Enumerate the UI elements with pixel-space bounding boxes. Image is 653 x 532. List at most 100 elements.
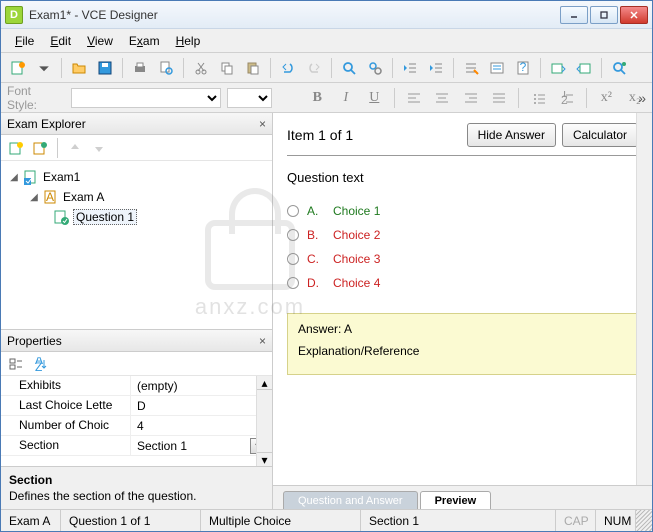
property-row[interactable]: Number of Choic4 <box>1 416 272 436</box>
close-button[interactable] <box>620 6 648 24</box>
tree-collapse-icon[interactable]: ◢ <box>29 192 39 203</box>
new-exam-icon[interactable] <box>7 57 29 79</box>
bullet-list-icon[interactable] <box>527 87 549 109</box>
choice-letter: A. <box>307 204 325 218</box>
tab-strip: Question and Answer Preview <box>273 485 652 509</box>
maximize-button[interactable] <box>590 6 618 24</box>
calculator-button[interactable]: Calculator <box>562 123 638 147</box>
properties-close-icon[interactable]: × <box>259 334 266 348</box>
property-value[interactable]: (empty) <box>131 376 272 395</box>
number-list-icon[interactable]: 12 <box>556 87 578 109</box>
property-desc-body: Defines the section of the question. <box>9 489 264 503</box>
tree-question[interactable]: Question 1 <box>5 207 268 227</box>
menu-edit[interactable]: Edit <box>44 32 77 50</box>
align-right-icon[interactable] <box>459 87 481 109</box>
property-value[interactable]: Section 1▼ <box>131 436 272 455</box>
align-center-icon[interactable] <box>431 87 453 109</box>
choice-row[interactable]: C.Choice 3 <box>287 247 638 271</box>
svg-text:Z: Z <box>35 360 42 371</box>
status-cap: CAP <box>556 510 596 531</box>
toolbar-overflow-icon[interactable]: » <box>638 90 646 106</box>
alphabetical-icon[interactable]: AZ <box>31 355 49 373</box>
undo-icon[interactable] <box>277 57 299 79</box>
menu-view[interactable]: View <box>81 32 119 50</box>
tab-question-answer[interactable]: Question and Answer <box>283 491 418 509</box>
menu-file[interactable]: File <box>9 32 40 50</box>
choice-row[interactable]: B.Choice 2 <box>287 223 638 247</box>
radio-icon[interactable] <box>287 229 299 241</box>
preview-scrollbar[interactable] <box>636 113 652 485</box>
outdent-icon[interactable] <box>399 57 421 79</box>
indent-icon[interactable] <box>425 57 447 79</box>
resize-grip[interactable] <box>636 510 652 531</box>
align-left-icon[interactable] <box>402 87 424 109</box>
hide-answer-button[interactable]: Hide Answer <box>467 123 556 147</box>
radio-icon[interactable] <box>287 253 299 265</box>
main-toolbar: ? <box>1 53 652 83</box>
svg-text:A: A <box>46 190 54 204</box>
find-icon[interactable] <box>338 57 360 79</box>
font-family-select[interactable] <box>71 88 221 108</box>
redo-icon[interactable] <box>303 57 325 79</box>
cut-icon[interactable] <box>190 57 212 79</box>
property-row[interactable]: Exhibits(empty) <box>1 376 272 396</box>
paste-icon[interactable] <box>242 57 264 79</box>
separator <box>61 58 62 78</box>
menu-help[interactable]: Help <box>170 32 207 50</box>
print-icon[interactable] <box>129 57 151 79</box>
separator <box>586 88 587 108</box>
open-icon[interactable] <box>68 57 90 79</box>
move-up-icon[interactable] <box>66 139 84 157</box>
properties-toolbar: AZ <box>1 352 272 376</box>
menubar: File Edit View Exam Help <box>1 29 652 53</box>
categorized-icon[interactable] <box>7 355 25 373</box>
choice-text: Choice 2 <box>333 228 380 242</box>
import-icon[interactable] <box>547 57 569 79</box>
tree-root[interactable]: ◢ Exam1 <box>5 167 268 187</box>
svg-text:?: ? <box>520 60 527 74</box>
copy-icon[interactable] <box>216 57 238 79</box>
italic-button[interactable]: I <box>335 87 357 109</box>
underline-button[interactable]: U <box>363 87 385 109</box>
list-edit-icon[interactable] <box>460 57 482 79</box>
property-row[interactable]: SectionSection 1▼ <box>1 436 272 456</box>
window-title: Exam1* - VCE Designer <box>29 8 560 22</box>
menu-exam[interactable]: Exam <box>123 32 166 50</box>
choice-row[interactable]: D.Choice 4 <box>287 271 638 295</box>
tab-preview[interactable]: Preview <box>420 491 492 509</box>
tree-collapse-icon[interactable]: ◢ <box>9 172 19 183</box>
tree-section[interactable]: ◢ A Exam A <box>5 187 268 207</box>
save-icon[interactable] <box>94 57 116 79</box>
choice-row[interactable]: A.Choice 1 <box>287 199 638 223</box>
new-dropdown-icon[interactable] <box>33 57 55 79</box>
status-num: NUM <box>596 510 636 531</box>
property-value[interactable]: D <box>131 396 272 415</box>
move-down-icon[interactable] <box>90 139 108 157</box>
bold-button[interactable]: B <box>306 87 328 109</box>
section-icon: A <box>43 189 59 205</box>
radio-icon[interactable] <box>287 205 299 217</box>
radio-icon[interactable] <box>287 277 299 289</box>
property-row[interactable]: Last Choice LetteD <box>1 396 272 416</box>
export-icon[interactable] <box>573 57 595 79</box>
print-preview-icon[interactable] <box>155 57 177 79</box>
titlebar: D Exam1* - VCE Designer <box>1 1 652 29</box>
property-name: Last Choice Lette <box>1 396 131 415</box>
add-question-icon[interactable] <box>31 139 49 157</box>
replace-icon[interactable] <box>364 57 386 79</box>
property-name: Section <box>1 436 131 455</box>
superscript-icon[interactable]: x² <box>595 87 617 109</box>
property-value[interactable]: 4 <box>131 416 272 435</box>
format-toolbar: Font Style: B I U 12 x² x₂ » <box>1 83 652 113</box>
minimize-button[interactable] <box>560 6 588 24</box>
question-icon[interactable]: ? <box>512 57 534 79</box>
font-size-select[interactable] <box>227 88 272 108</box>
form-icon[interactable] <box>486 57 508 79</box>
properties-panel: Properties × AZ Exhibits(empty)Last Choi… <box>1 329 272 509</box>
add-exam-icon[interactable] <box>7 139 25 157</box>
explorer-close-icon[interactable]: × <box>259 117 266 131</box>
preview-icon[interactable] <box>608 57 630 79</box>
properties-scrollbar[interactable]: ▴ ▾ <box>256 376 272 466</box>
exam-icon <box>23 169 39 185</box>
align-justify-icon[interactable] <box>488 87 510 109</box>
